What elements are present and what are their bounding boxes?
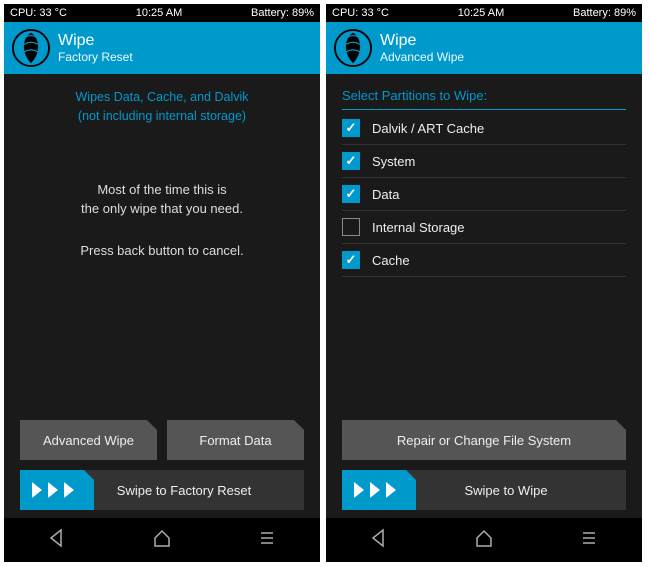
checkbox-icon[interactable] [342,251,360,269]
status-battery: Battery: 89% [573,7,636,19]
partition-cache[interactable]: Cache [342,244,626,277]
checkbox-icon[interactable] [342,218,360,236]
checkbox-icon[interactable] [342,119,360,137]
partition-data[interactable]: Data [342,178,626,211]
partition-system[interactable]: System [342,145,626,178]
swipe-handle-icon[interactable] [20,470,94,510]
status-cpu: CPU: 33 °C [332,7,389,19]
format-data-button[interactable]: Format Data [167,420,304,460]
header: Wipe Advanced Wipe [326,22,642,74]
partition-dalvik[interactable]: Dalvik / ART Cache [342,112,626,145]
partition-section-label: Select Partitions to Wipe: [342,88,626,110]
page-subtitle: Advanced Wipe [380,50,464,64]
status-cpu: CPU: 33 °C [10,7,67,19]
status-time: 10:25 AM [458,7,504,19]
nav-bar [326,518,642,562]
status-time: 10:25 AM [136,7,182,19]
nav-bar [4,518,320,562]
menu-icon[interactable] [579,528,599,553]
screen-factory-reset: CPU: 33 °C 10:25 AM Battery: 89% Wipe Fa… [4,4,320,562]
page-title: Wipe [58,32,133,50]
status-battery: Battery: 89% [251,7,314,19]
partition-internal-storage[interactable]: Internal Storage [342,211,626,244]
repair-filesystem-button[interactable]: Repair or Change File System [342,420,626,460]
swipe-label: Swipe to Wipe [416,483,626,498]
status-bar: CPU: 33 °C 10:25 AM Battery: 89% [4,4,320,22]
swipe-handle-icon[interactable] [342,470,416,510]
cancel-hint: Press back button to cancel. [20,241,304,261]
advanced-wipe-button[interactable]: Advanced Wipe [20,420,157,460]
wipe-hint: Most of the time this is the only wipe t… [20,180,304,219]
twrp-logo-icon [12,29,50,67]
page-title: Wipe [380,32,464,50]
home-icon[interactable] [474,528,494,553]
home-icon[interactable] [152,528,172,553]
status-bar: CPU: 33 °C 10:25 AM Battery: 89% [326,4,642,22]
header: Wipe Factory Reset [4,22,320,74]
swipe-label: Swipe to Factory Reset [94,483,304,498]
page-subtitle: Factory Reset [58,50,133,64]
back-icon[interactable] [47,528,67,553]
checkbox-icon[interactable] [342,152,360,170]
menu-icon[interactable] [257,528,277,553]
wipe-description: Wipes Data, Cache, and Dalvik (not inclu… [20,88,304,126]
screen-advanced-wipe: CPU: 33 °C 10:25 AM Battery: 89% Wipe Ad… [326,4,642,562]
back-icon[interactable] [369,528,389,553]
swipe-to-factory-reset[interactable]: Swipe to Factory Reset [20,470,304,510]
swipe-to-wipe[interactable]: Swipe to Wipe [342,470,626,510]
checkbox-icon[interactable] [342,185,360,203]
twrp-logo-icon [334,29,372,67]
